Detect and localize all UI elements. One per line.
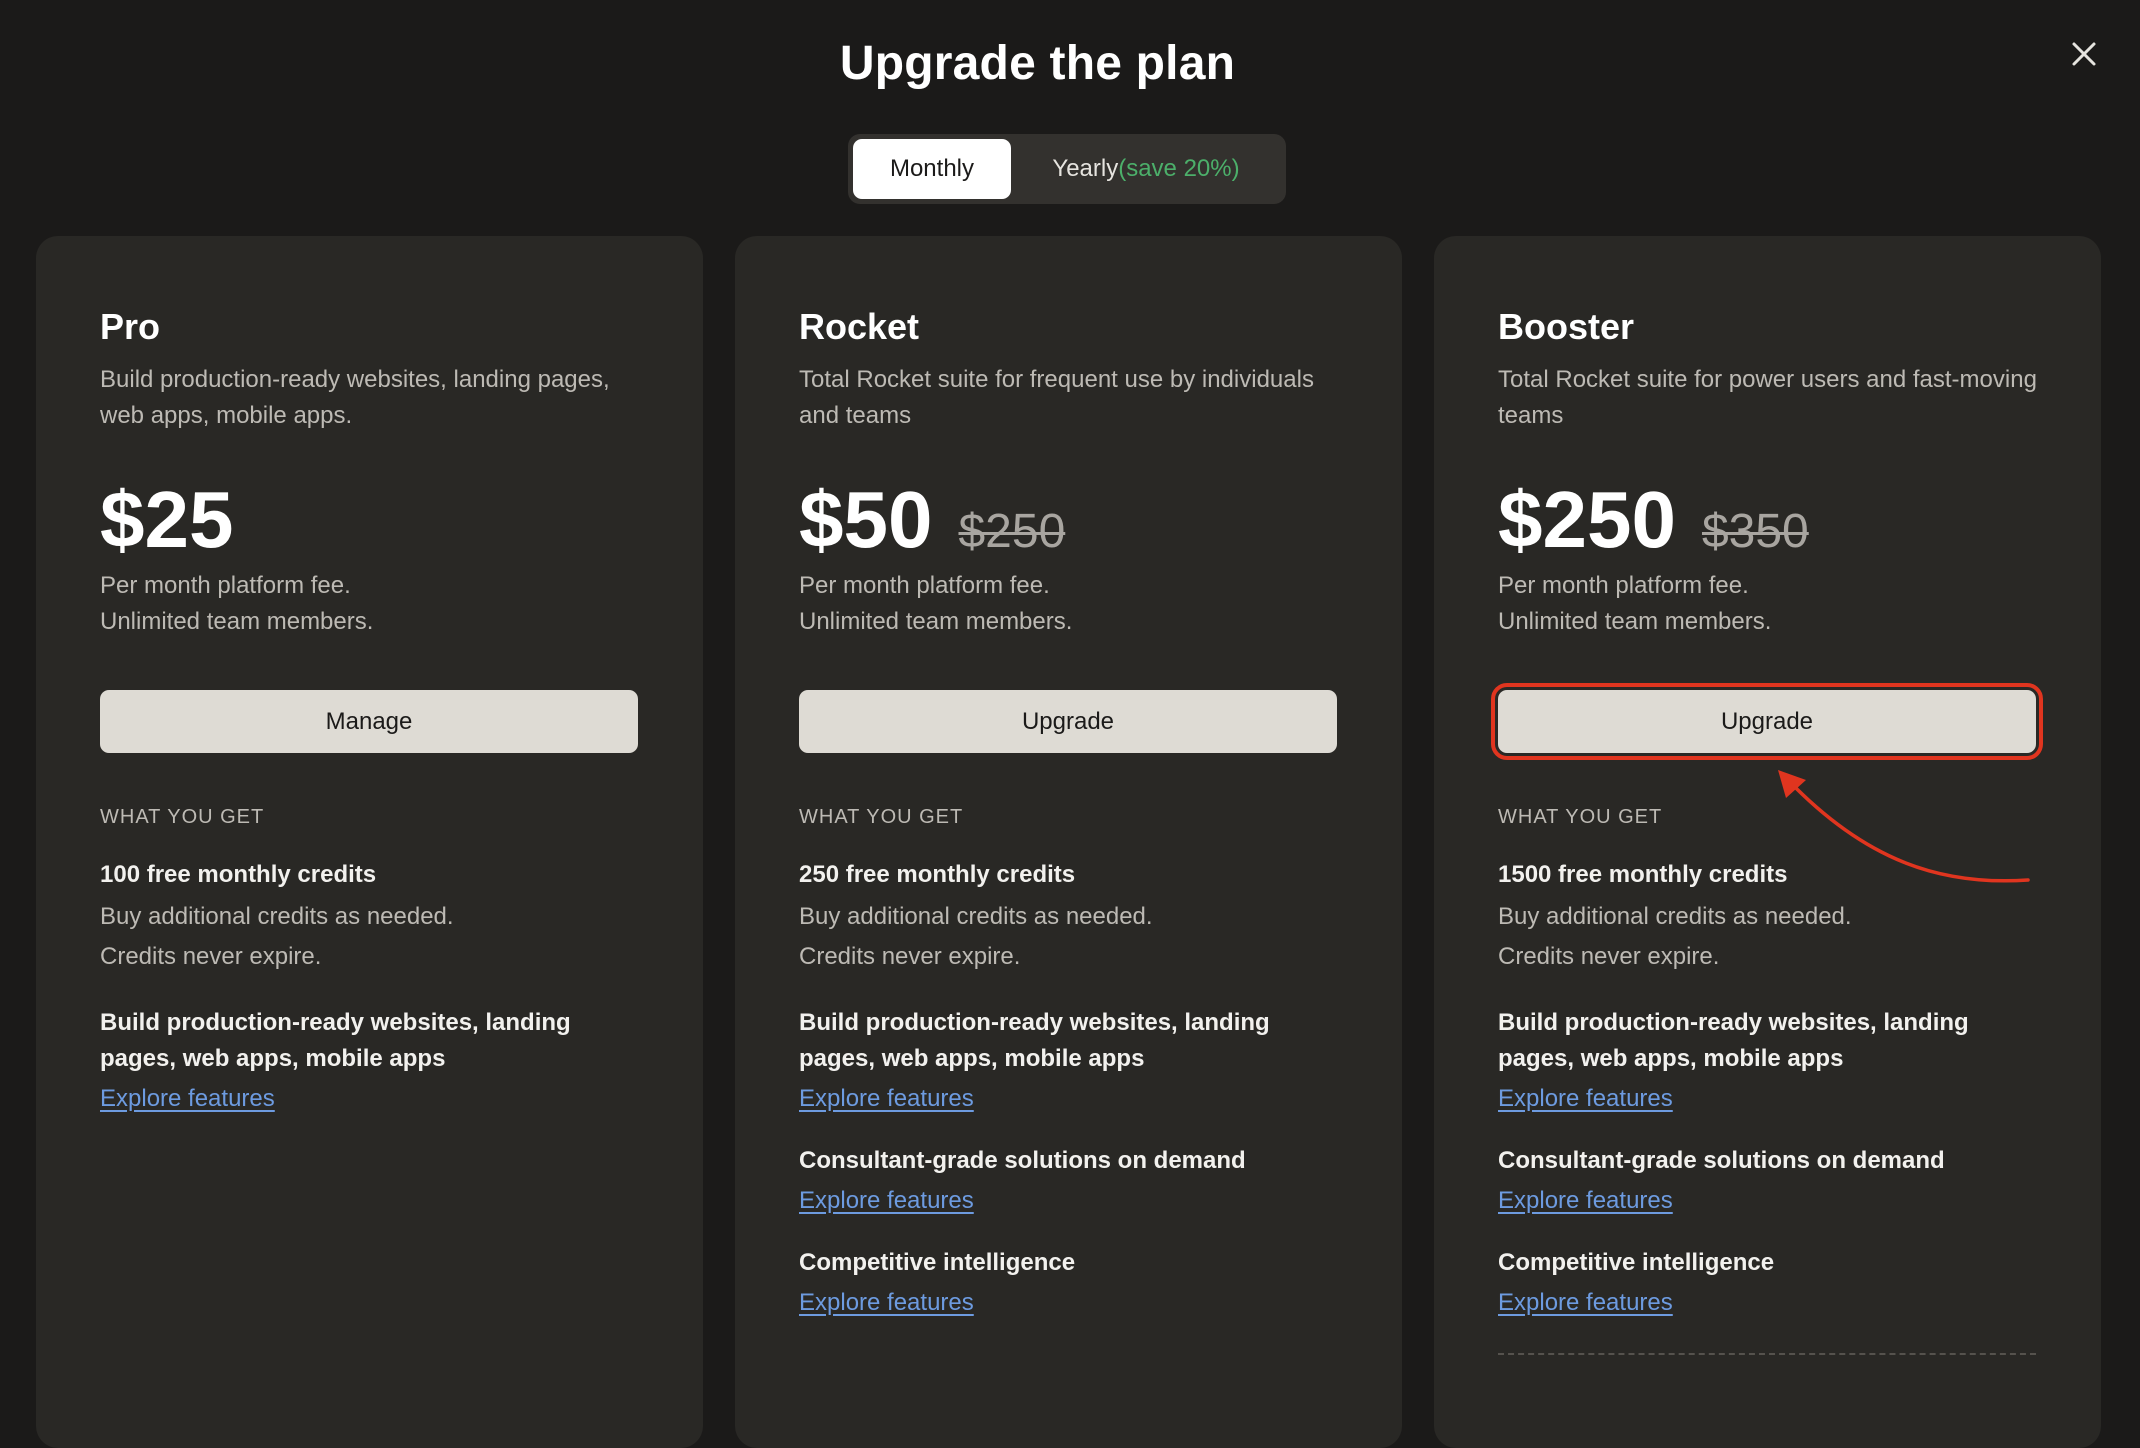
price-row: $250 $350 (1498, 478, 2037, 562)
feature-item: Consultant-grade solutions on demand Exp… (799, 1143, 1338, 1217)
manage-button[interactable]: Manage (100, 690, 638, 753)
plan-card-booster: Booster Total Rocket suite for power use… (1434, 236, 2101, 1448)
feature-item: Build production-ready websites, landing… (1498, 1005, 2037, 1115)
fee-line-1: Per month platform fee. (100, 572, 351, 599)
explore-features-link[interactable]: Explore features (1498, 1185, 1673, 1217)
plan-price: $25 (100, 475, 234, 564)
plan-price: $50 (799, 475, 933, 564)
explore-features-link[interactable]: Explore features (100, 1083, 275, 1115)
feature-title: Consultant-grade solutions on demand (799, 1147, 1246, 1174)
plan-description: Total Rocket suite for frequent use by i… (799, 366, 1314, 429)
monthly-label: Monthly (889, 155, 975, 182)
feature-title: Competitive intelligence (1498, 1249, 1775, 1276)
yearly-label: Yearly (1052, 155, 1119, 182)
fee-line-1: Per month platform fee. (799, 572, 1050, 599)
credits-title: 250 free monthly credits (799, 861, 1076, 888)
feature-item: Consultant-grade solutions on demand Exp… (1498, 1143, 2037, 1217)
fee-line-2: Unlimited team members. (799, 608, 1073, 635)
feature-item: Build production-ready websites, landing… (799, 1005, 1338, 1115)
credits-note-1: Buy additional credits as needed. (799, 903, 1153, 930)
monthly-option[interactable]: Monthly (853, 139, 1011, 199)
credits-title: 1500 free monthly credits (1498, 861, 1788, 888)
yearly-save-label: (save 20%) (1118, 155, 1240, 182)
plan-card-pro: Pro Build production-ready websites, lan… (36, 236, 703, 1448)
plan-name: Booster (1498, 306, 1635, 347)
plan-name: Rocket (799, 306, 920, 347)
feature-item: Competitive intelligence Explore feature… (1498, 1245, 2037, 1319)
feature-title: Competitive intelligence (799, 1249, 1076, 1276)
credits-note-2: Credits never expire. (799, 943, 1021, 970)
upgrade-button-booster[interactable]: Upgrade (1491, 683, 2043, 760)
plan-card-rocket: Rocket Total Rocket suite for frequent u… (735, 236, 1402, 1448)
upgrade-button-rocket[interactable]: Upgrade (799, 690, 1337, 753)
credits-note-1: Buy additional credits as needed. (1498, 903, 1852, 930)
dashed-divider (1498, 1353, 2036, 1355)
dialog-title: Upgrade the plan (839, 37, 1236, 90)
credits-note-1: Buy additional credits as needed. (100, 903, 454, 930)
plan-description: Build production-ready websites, landing… (100, 366, 610, 429)
feature-item: Build production-ready websites, landing… (100, 1005, 639, 1115)
yearly-option[interactable]: Yearly (save 20%) (1011, 139, 1281, 199)
explore-features-link[interactable]: Explore features (1498, 1287, 1673, 1319)
explore-features-link[interactable]: Explore features (799, 1185, 974, 1217)
explore-features-link[interactable]: Explore features (1498, 1083, 1673, 1115)
feature-item: Competitive intelligence Explore feature… (799, 1245, 1338, 1319)
plan-name: Pro (100, 306, 161, 347)
billing-period-toggle: Monthly Yearly (save 20%) (848, 134, 1286, 204)
fee-line-2: Unlimited team members. (1498, 608, 1772, 635)
plan-description: Total Rocket suite for power users and f… (1498, 366, 2037, 429)
price-row: $50 $250 (799, 478, 1338, 562)
feature-title: Build production-ready websites, landing… (799, 1009, 1270, 1072)
feature-title: Build production-ready websites, landing… (100, 1009, 571, 1072)
credits-note-2: Credits never expire. (100, 943, 322, 970)
plan-old-price: $350 (1701, 505, 1809, 558)
what-you-get-heading: WHAT YOU GET (100, 806, 265, 828)
feature-title: Consultant-grade solutions on demand (1498, 1147, 1945, 1174)
credits-title: 100 free monthly credits (100, 861, 377, 888)
explore-features-link[interactable]: Explore features (799, 1083, 974, 1115)
fee-line-2: Unlimited team members. (100, 608, 374, 635)
explore-features-link[interactable]: Explore features (799, 1287, 974, 1319)
feature-title: Build production-ready websites, landing… (1498, 1009, 1969, 1072)
plan-old-price: $250 (958, 505, 1066, 558)
fee-line-1: Per month platform fee. (1498, 572, 1749, 599)
credits-note-2: Credits never expire. (1498, 943, 1720, 970)
what-you-get-heading: WHAT YOU GET (799, 806, 964, 828)
plan-price: $250 (1498, 475, 1676, 564)
price-row: $25 (100, 478, 639, 562)
what-you-get-heading: WHAT YOU GET (1498, 806, 1663, 828)
